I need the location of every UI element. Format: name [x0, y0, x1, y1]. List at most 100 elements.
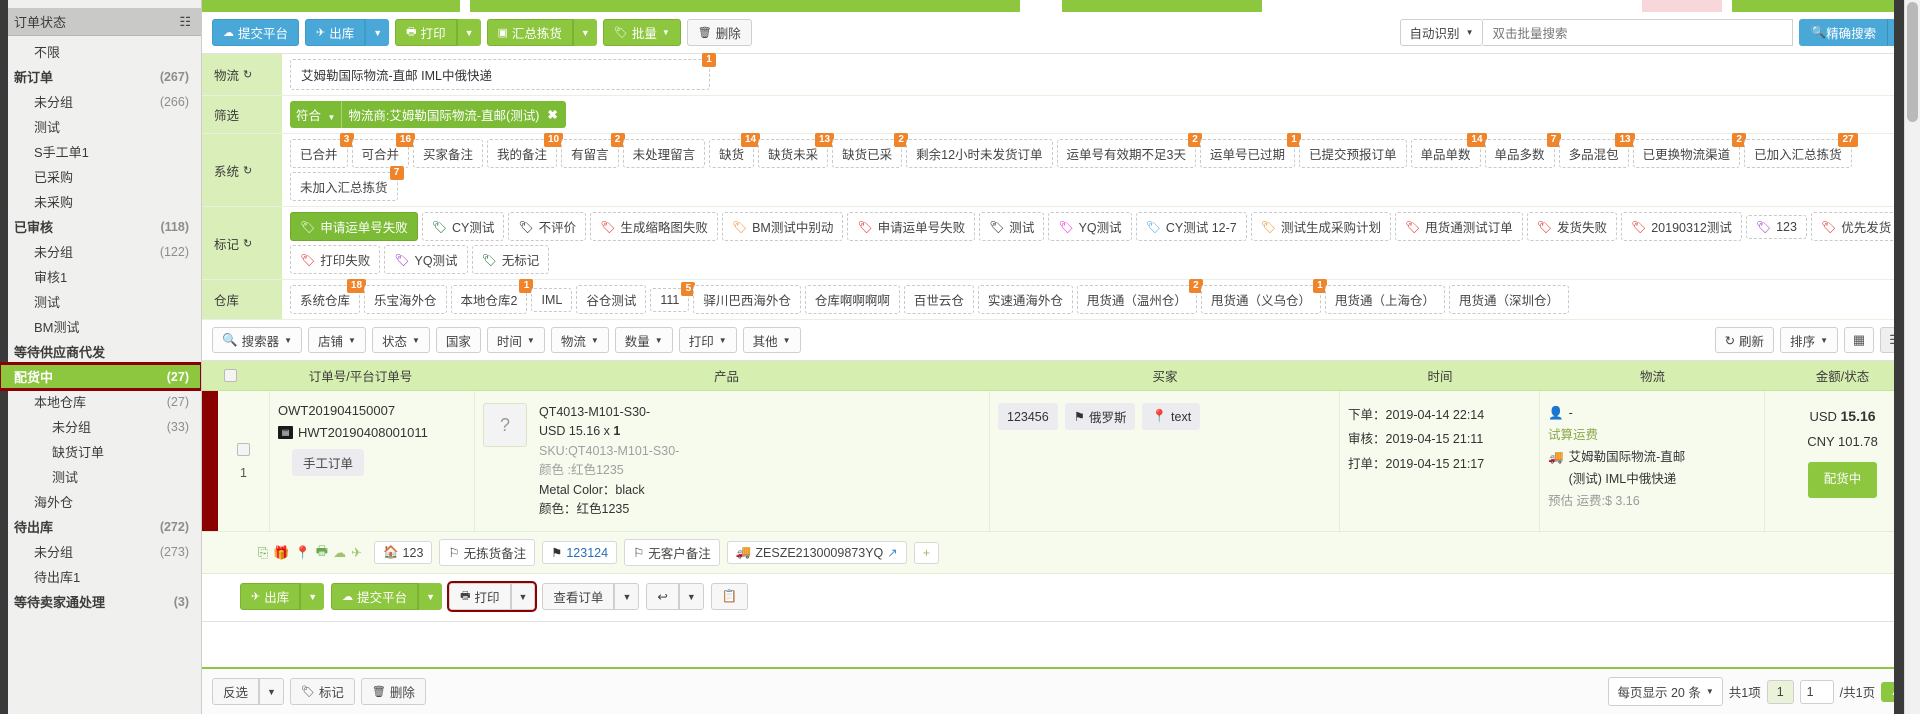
- add-tag-button[interactable]: +: [913, 541, 940, 564]
- mark-tag-7[interactable]: 🏷 YQ测试: [1048, 212, 1132, 241]
- system-tag-17[interactable]: 已加入汇总拣货 27: [1744, 133, 1858, 168]
- warehouse-tag-13[interactable]: 甩货通（深圳仓）: [1448, 285, 1569, 314]
- platform-order-number[interactable]: HWT20190408001011: [298, 425, 428, 440]
- sidebar-item-1[interactable]: 新订单 (267): [0, 64, 201, 89]
- footer-delete-button[interactable]: 🗑 删除: [360, 678, 426, 705]
- tracking-number-chip[interactable]: 🚚 ZESZE2130009873YQ ↗: [726, 541, 907, 565]
- sidebar-item-15[interactable]: 未分组 (33): [0, 414, 201, 439]
- select-all-checkbox[interactable]: [223, 369, 237, 382]
- row-view-order-button[interactable]: 查看订单: [542, 583, 615, 611]
- batch-button[interactable]: 🏷 批量 ▼: [602, 19, 681, 46]
- warehouse-tag-9[interactable]: 实速通海外仓: [977, 285, 1073, 314]
- mark-tag-5[interactable]: 🏷 申请运单号失败: [847, 212, 976, 241]
- row-outbound-button[interactable]: ✈ 出库: [240, 583, 301, 611]
- sidebar-item-16[interactable]: 缺货订单: [0, 439, 201, 464]
- system-tag-7[interactable]: 缺货未采 13: [758, 133, 835, 168]
- mark-tag-4[interactable]: 🏷 BM测试中别动: [721, 212, 844, 241]
- warehouse-tag-1[interactable]: 乐宝海外仓: [364, 285, 447, 314]
- buyer-address-chip[interactable]: 📍 text: [1142, 403, 1201, 430]
- plane-icon[interactable]: ✈: [351, 545, 362, 561]
- system-tag-18[interactable]: 未加入汇总拣货 7: [290, 166, 404, 201]
- mark-tag-12[interactable]: 🏷 20190312测试: [1621, 212, 1742, 241]
- external-link-icon[interactable]: ↗: [887, 545, 897, 560]
- sidebar-item-0[interactable]: 不限: [0, 39, 201, 64]
- row-checkbox[interactable]: [237, 442, 250, 456]
- status-badge[interactable]: 配货中: [1807, 462, 1878, 499]
- warehouse-tag-4[interactable]: 谷仓测试: [576, 285, 647, 314]
- warehouse-tag-0[interactable]: 系统仓库 18: [290, 279, 367, 314]
- page-jump-input[interactable]: 1: [1799, 679, 1834, 704]
- mark-tag-9[interactable]: 🏷 测试生成采购计划: [1250, 212, 1391, 241]
- mark-tag-8[interactable]: 🏷 CY测试 12-7: [1135, 212, 1247, 241]
- scrollbar-thumb[interactable]: [1907, 2, 1918, 122]
- system-tag-1[interactable]: 可合并 16: [351, 133, 416, 168]
- mark-tag-2[interactable]: 🏷 不评价: [508, 212, 587, 241]
- sidebar-item-11[interactable]: BM测试: [0, 314, 201, 339]
- mark-tag-17[interactable]: 🏷 无标记: [471, 245, 550, 274]
- warehouse-tag-3[interactable]: IML: [531, 287, 573, 312]
- sidebar-item-21[interactable]: 待出库1: [0, 564, 201, 589]
- refresh-icon[interactable]: ↻: [243, 164, 252, 177]
- search-dropdown-1[interactable]: 店铺 ▼: [308, 327, 366, 353]
- system-tag-16[interactable]: 已更换物流渠道 2: [1632, 133, 1747, 168]
- row-print-caret-icon[interactable]: ▼: [510, 583, 536, 611]
- print-button[interactable]: 🖶 打印: [395, 19, 457, 46]
- submit-platform-button[interactable]: ☁ 提交平台: [212, 19, 300, 46]
- sidebar-item-20[interactable]: 未分组 (273): [0, 539, 201, 564]
- warehouse-tag-5[interactable]: 111 5: [650, 281, 696, 312]
- system-tag-2[interactable]: 买家备注: [413, 139, 484, 168]
- sidebar-item-13[interactable]: 配货中 (27): [0, 362, 201, 391]
- grid-view-icon[interactable]: ▦: [1844, 327, 1874, 353]
- system-tag-0[interactable]: 已合并 3: [290, 133, 354, 168]
- system-tag-11[interactable]: 运单号已过期 1: [1200, 133, 1302, 168]
- search-dropdown-0[interactable]: 🔍 搜索器 ▼: [212, 327, 303, 353]
- row-print-button[interactable]: 🖶 打印: [449, 583, 511, 611]
- system-tag-14[interactable]: 单品多数 7: [1484, 133, 1561, 168]
- mark-tag-6[interactable]: 🏷 测试: [979, 212, 1045, 241]
- exact-search-button[interactable]: 🔍 精确搜索: [1799, 19, 1888, 46]
- mark-tag-0[interactable]: 🏷 申请运单号失败: [290, 212, 418, 241]
- sidebar-item-7[interactable]: 已审核 (118): [0, 214, 201, 239]
- row-submit-caret-icon[interactable]: ▼: [418, 583, 443, 611]
- system-tag-3[interactable]: 我的备注 10: [487, 133, 564, 168]
- system-tag-4[interactable]: 有留言 2: [561, 133, 625, 168]
- mark-tag-16[interactable]: 🏷 YQ测试: [384, 245, 468, 274]
- mark-tag-11[interactable]: 🏷 发货失败: [1526, 212, 1617, 241]
- system-tag-13[interactable]: 单品单数 14: [1410, 133, 1487, 168]
- search-dropdown-7[interactable]: 打印 ▼: [678, 327, 737, 353]
- printer-icon[interactable]: 🖶: [316, 542, 328, 564]
- auto-recognize-select[interactable]: 自动识别 ▼: [1399, 19, 1484, 46]
- calc-shipping-link[interactable]: 试算运费: [1548, 425, 1756, 447]
- sidebar-item-19[interactable]: 待出库 (272): [0, 514, 201, 539]
- gift-icon[interactable]: 🎁: [273, 545, 289, 561]
- system-tag-8[interactable]: 缺货已采 2: [832, 133, 909, 168]
- per-page-select[interactable]: 每页显示 20 条 ▼: [1608, 677, 1723, 706]
- search-dropdown-5[interactable]: 物流 ▼: [550, 327, 609, 353]
- pick-note-chip[interactable]: ⚐ 无拣货备注: [439, 539, 536, 567]
- row-undo-button[interactable]: ↩: [646, 583, 679, 611]
- row-submit-platform-button[interactable]: ☁ 提交平台: [331, 583, 419, 611]
- location-icon[interactable]: 📍: [295, 545, 311, 561]
- mark-tag-13[interactable]: 🏷 123: [1745, 214, 1807, 239]
- close-icon[interactable]: ✖: [545, 103, 565, 126]
- warehouse-tag-7[interactable]: 仓库啊啊啊啊: [804, 285, 900, 314]
- sidebar-item-17[interactable]: 测试: [0, 464, 201, 489]
- buyer-id-chip[interactable]: 123456: [998, 403, 1058, 430]
- system-tag-9[interactable]: 剩余12小时未发货订单: [906, 139, 1053, 168]
- outbound-button[interactable]: ✈ 出库: [305, 19, 366, 46]
- row-outbound-caret-icon[interactable]: ▼: [300, 583, 325, 611]
- system-tag-5[interactable]: 未处理留言: [622, 139, 706, 168]
- sitemap-icon[interactable]: ☷: [179, 14, 191, 30]
- sidebar-item-10[interactable]: 测试: [0, 289, 201, 314]
- flag-number-chip[interactable]: ⚑ 123124: [542, 541, 618, 565]
- refresh-icon[interactable]: ↻: [243, 68, 252, 81]
- system-tag-6[interactable]: 缺货 14: [709, 133, 761, 168]
- summary-pick-caret-icon[interactable]: ▼: [572, 19, 597, 46]
- search-dropdown-2[interactable]: 状态 ▼: [371, 327, 430, 353]
- order-number[interactable]: OWT201904150007: [278, 403, 466, 418]
- sort-button[interactable]: 排序 ▼: [1780, 327, 1838, 353]
- logistics-value-chip[interactable]: 艾姆勒国际物流-直邮 IML中俄快递 1: [290, 53, 716, 90]
- refresh-button[interactable]: ↻ 刷新: [1714, 327, 1775, 353]
- mark-tag-10[interactable]: 🏷 甩货通测试订单: [1395, 212, 1523, 241]
- summary-pick-button[interactable]: ▣ 汇总拣货: [486, 19, 573, 46]
